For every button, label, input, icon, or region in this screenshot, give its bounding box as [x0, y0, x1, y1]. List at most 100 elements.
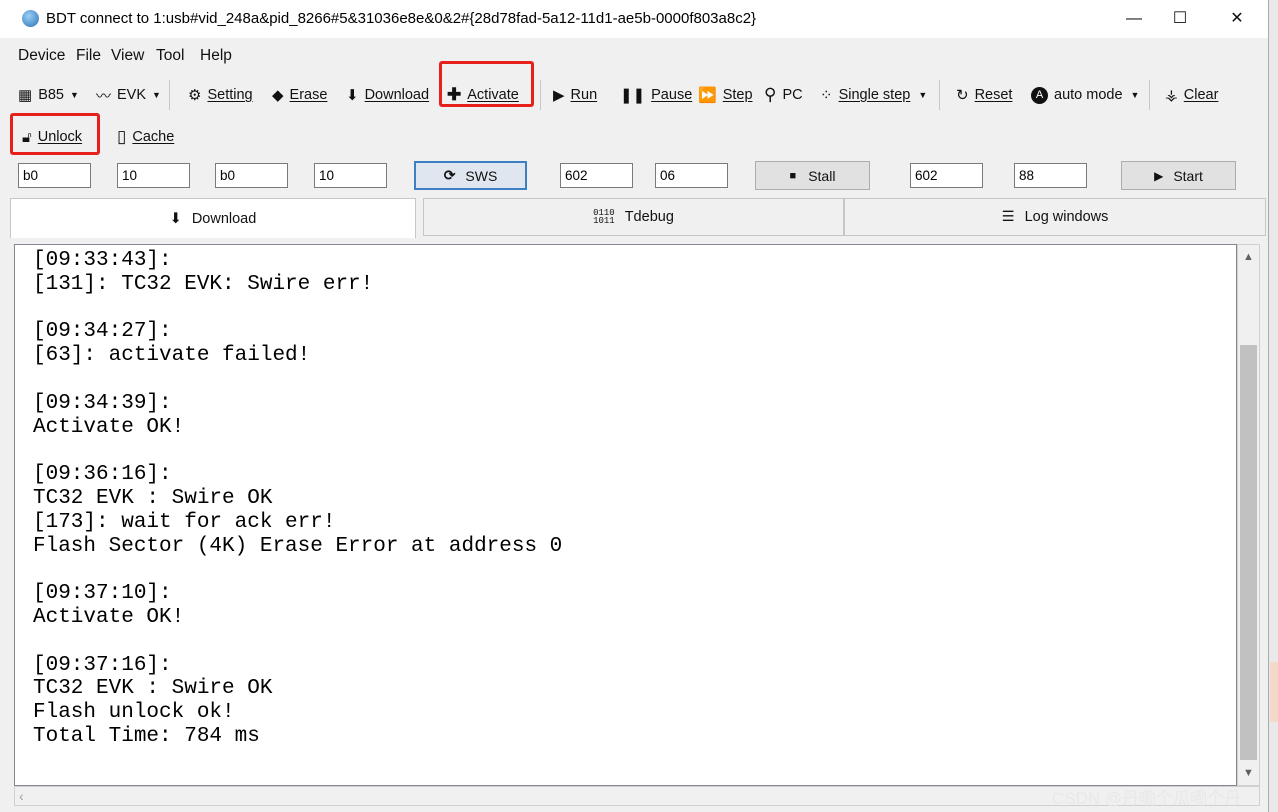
single-step-label: Single step	[838, 87, 911, 103]
pause-label: Pause	[651, 87, 693, 103]
download-icon: ⬇	[346, 87, 359, 104]
play-icon: ▶	[1154, 168, 1164, 183]
setting-label: Setting	[207, 87, 253, 103]
log-text: [09:33:43]: [131]: TC32 EVK: Swire err! …	[33, 249, 563, 748]
activate-highlight	[439, 61, 534, 107]
menu-view[interactable]: View	[111, 47, 144, 65]
reset-label: Reset	[974, 87, 1013, 103]
secondary-toolbar: 🔓︎ Unlock ▯ Cache	[0, 113, 1268, 156]
chevron-down-icon: ▼	[70, 90, 79, 100]
value-field-1[interactable]	[117, 163, 190, 188]
clear-label: Clear	[1183, 87, 1219, 103]
chip-icon: ▦	[18, 87, 33, 104]
save-icon: ▯	[117, 127, 127, 146]
refresh-icon: ↻	[956, 87, 969, 104]
tab-tdebug[interactable]: 0110 1011 Tdebug	[423, 198, 844, 236]
main-toolbar: ▦ B85 ▼ 〰 EVK ▼ ⚙ Setting ◆ Erase ⬇ Down…	[0, 61, 1268, 114]
menu-file[interactable]: File	[76, 47, 101, 65]
pause-icon: ❚❚	[620, 87, 646, 104]
auto-mode-select[interactable]: A auto mode ▼	[1031, 84, 1139, 106]
pause-button[interactable]: ❚❚ Pause	[620, 84, 692, 106]
stall-addr-field[interactable]	[910, 163, 983, 188]
refresh-icon: ⟳	[443, 167, 456, 183]
binary-icon: 0110 1011	[593, 208, 615, 226]
step-label: Step	[722, 87, 753, 103]
toolbar-divider	[939, 80, 940, 110]
vertical-scrollbar[interactable]: ▲ ▼	[1237, 244, 1260, 786]
title-bar: BDT connect to 1:usb#vid_248a&pid_8266#5…	[0, 0, 1268, 38]
menu-help[interactable]: Help	[200, 47, 232, 65]
tab-log-windows[interactable]: ☰ Log windows	[844, 198, 1266, 236]
minimize-button[interactable]: —	[1111, 0, 1157, 38]
toolbar-divider	[540, 80, 541, 110]
toolbar-divider	[1149, 80, 1150, 110]
board-label: EVK	[117, 87, 147, 103]
search-icon: ⚲	[764, 85, 777, 104]
app-icon	[22, 10, 39, 27]
step-button[interactable]: ⏩ Step	[698, 84, 753, 106]
chevron-down-icon: ▼	[918, 90, 928, 100]
eraser-icon: ◆	[272, 87, 284, 104]
start-button[interactable]: ▶ Start	[1121, 161, 1236, 190]
sws-label: SWS	[465, 167, 498, 184]
sws-value-field[interactable]	[655, 163, 728, 188]
chip-label: B85	[38, 87, 64, 103]
wave-icon: 〰	[96, 87, 112, 105]
clear-button[interactable]: ⚶ Clear	[1165, 84, 1218, 106]
download-icon: ⬇	[169, 210, 182, 227]
app-window: BDT connect to 1:usb#vid_248a&pid_8266#5…	[0, 0, 1269, 812]
pc-button[interactable]: ⚲ PC	[764, 84, 803, 106]
gear-icon: ⚙	[188, 87, 202, 104]
scroll-down-icon[interactable]: ▼	[1238, 763, 1259, 783]
tab-bar: ⬇ Download 0110 1011 Tdebug ☰ Log windows	[10, 198, 1266, 238]
broom-icon: ⚶	[1165, 87, 1178, 104]
unlock-highlight	[10, 113, 100, 155]
board-select[interactable]: 〰 EVK ▼	[96, 84, 161, 106]
scroll-left-icon[interactable]: ‹	[19, 787, 24, 805]
menu-bar: Device File View Tool Help	[0, 42, 1268, 70]
stall-button[interactable]: ■ Stall	[755, 161, 870, 190]
auto-mode-label: auto mode	[1054, 87, 1123, 103]
addr-field-2[interactable]	[215, 163, 288, 188]
register-row: ⟳ SWS ■ Stall ▶ Start	[0, 160, 1268, 192]
download-button[interactable]: ⬇ Download	[346, 84, 429, 106]
play-bar-icon: ▶	[553, 87, 565, 104]
erase-label: Erase	[289, 87, 328, 103]
value-field-2[interactable]	[314, 163, 387, 188]
menu-device[interactable]: Device	[18, 47, 65, 65]
start-label: Start	[1173, 167, 1203, 184]
addr-field-1[interactable]	[18, 163, 91, 188]
sws-button[interactable]: ⟳ SWS	[414, 161, 527, 190]
stall-value-field[interactable]	[1014, 163, 1087, 188]
cache-button[interactable]: ▯ Cache	[117, 126, 174, 148]
tab-download[interactable]: ⬇ Download	[10, 198, 416, 238]
menu-tool[interactable]: Tool	[156, 47, 184, 65]
run-label: Run	[570, 87, 598, 103]
chip-select[interactable]: ▦ B85 ▼	[18, 84, 79, 106]
stall-label: Stall	[808, 167, 836, 184]
single-step-select[interactable]: ⁘ Single step ▼	[820, 84, 927, 106]
list-icon: ☰	[1001, 209, 1015, 225]
setting-button[interactable]: ⚙ Setting	[188, 84, 253, 106]
sws-addr-field[interactable]	[560, 163, 633, 188]
stop-icon: ■	[789, 169, 797, 182]
pc-label: PC	[782, 87, 803, 103]
chevron-down-icon: ▼	[1130, 90, 1140, 100]
auto-mode-icon: A	[1031, 86, 1048, 104]
window-title: BDT connect to 1:usb#vid_248a&pid_8266#5…	[46, 10, 757, 27]
erase-button[interactable]: ◆ Erase	[272, 84, 327, 106]
chevron-down-icon: ▼	[152, 90, 161, 100]
cache-label: Cache	[132, 129, 175, 145]
reset-button[interactable]: ↻ Reset	[956, 84, 1012, 106]
run-button[interactable]: ▶ Run	[553, 84, 597, 106]
maximize-button[interactable]: ☐	[1157, 0, 1203, 38]
scrollbar-thumb[interactable]	[1240, 345, 1257, 760]
toolbar-divider	[169, 80, 170, 110]
footsteps-icon: ⁘	[820, 87, 833, 104]
tab-download-label: Download	[191, 210, 257, 227]
tab-tdebug-label: Tdebug	[624, 209, 674, 225]
close-button[interactable]: ✕	[1214, 0, 1260, 38]
log-output[interactable]: [09:33:43]: [131]: TC32 EVK: Swire err! …	[14, 244, 1237, 786]
step-icon: ⏩	[698, 87, 717, 104]
scroll-up-icon[interactable]: ▲	[1238, 247, 1259, 267]
